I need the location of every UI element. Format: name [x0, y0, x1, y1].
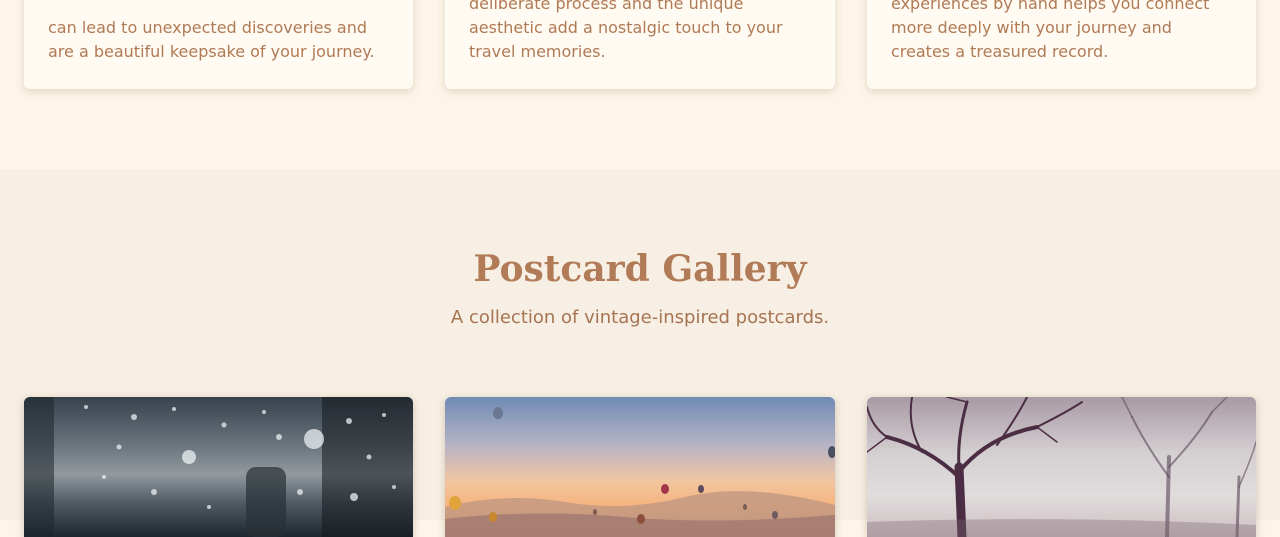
feature-card-text: can lead to unexpected discoveries and a…	[48, 18, 375, 61]
feature-card: can lead to unexpected discoveries and a…	[24, 0, 413, 89]
feature-card: deliberate process and the unique aesthe…	[445, 0, 835, 89]
gallery-subtitle: A collection of vintage-inspired postcar…	[450, 307, 830, 328]
rain-on-window-photo	[24, 397, 413, 537]
postcard-misty-trees[interactable]	[867, 397, 1256, 537]
postcard-rain-window[interactable]	[24, 397, 413, 537]
feature-card-text: experiences by hand helps you connect mo…	[891, 0, 1210, 61]
postcard-hot-air-balloons[interactable]	[445, 397, 835, 537]
feature-card-text: deliberate process and the unique aesthe…	[469, 0, 783, 61]
postcard-gallery-section: Postcard Gallery A collection of vintage…	[0, 169, 1280, 537]
misty-trees-photo	[867, 397, 1256, 537]
feature-card: experiences by hand helps you connect mo…	[867, 0, 1256, 89]
hot-air-balloons-photo	[445, 407, 835, 537]
features-section: can lead to unexpected discoveries and a…	[0, 0, 1280, 169]
gallery-title: Postcard Gallery	[473, 248, 807, 290]
